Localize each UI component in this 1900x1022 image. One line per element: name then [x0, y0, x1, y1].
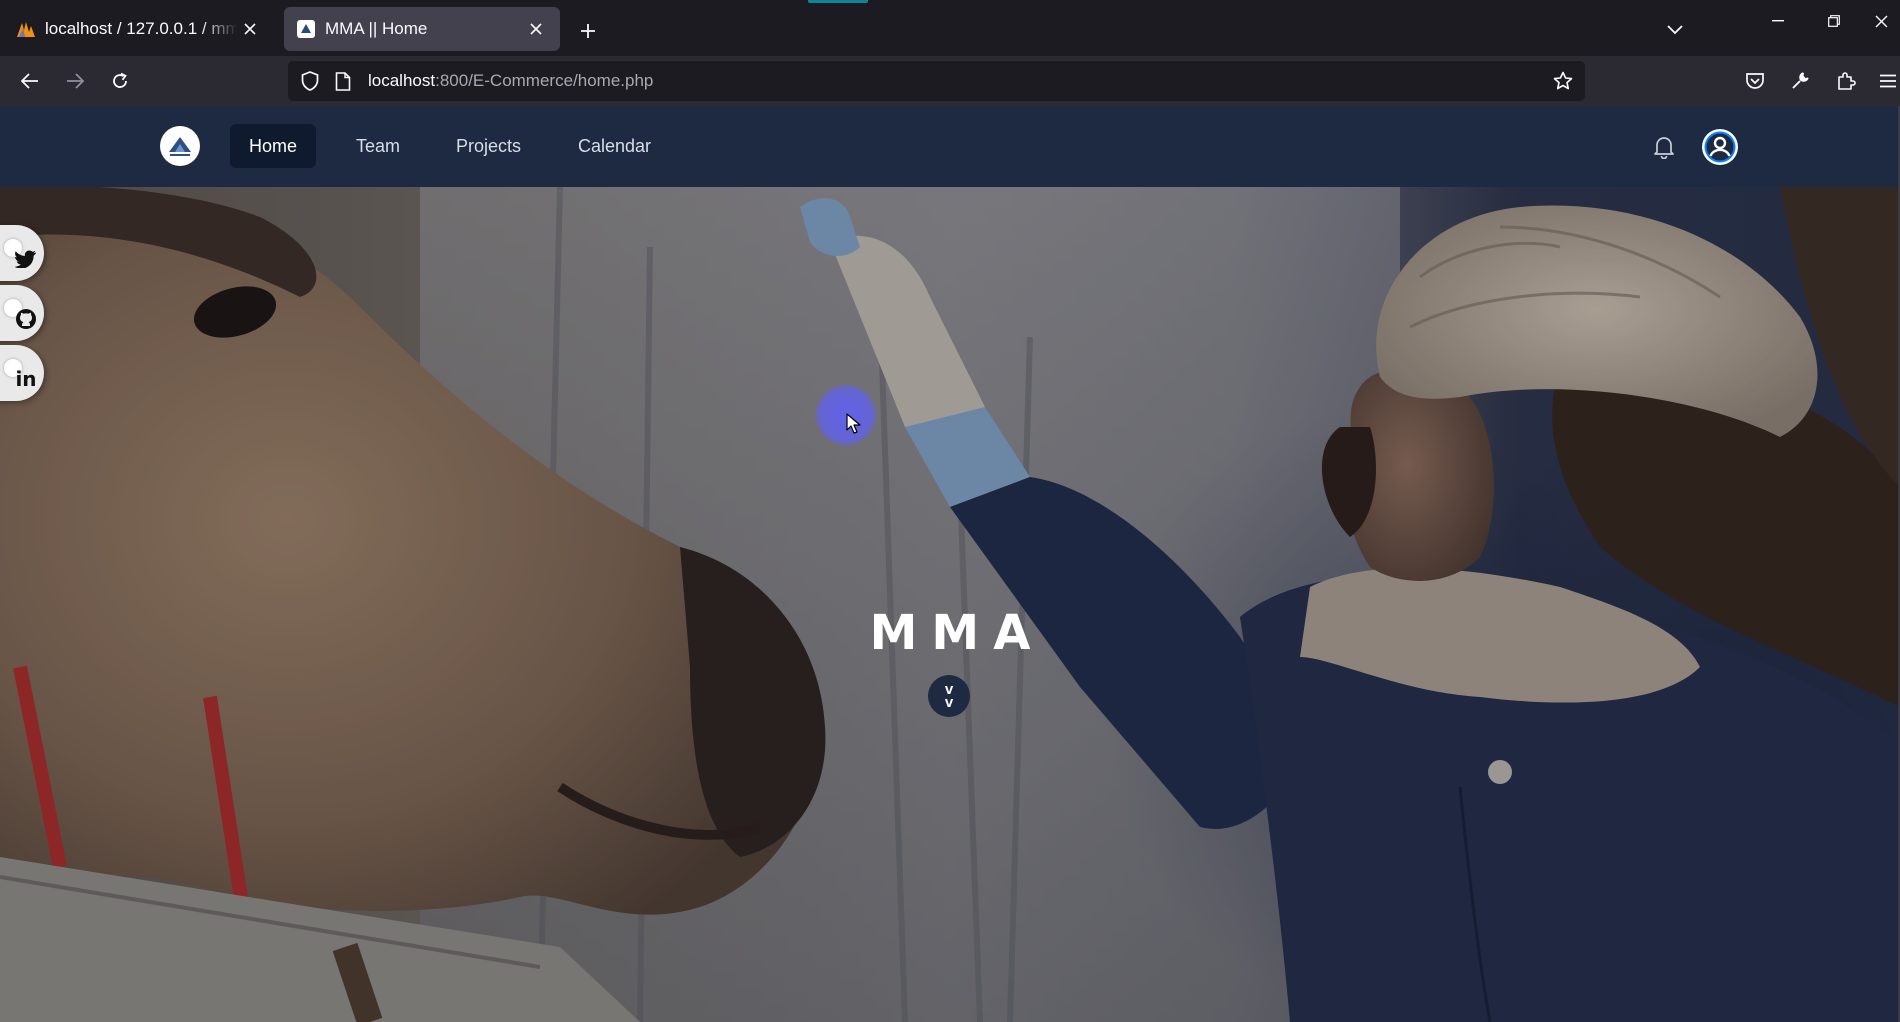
tab-mma-home[interactable]: MMA || Home	[284, 7, 560, 51]
close-icon[interactable]	[524, 17, 548, 41]
site-logo-icon	[296, 19, 316, 39]
nav-projects[interactable]: Projects	[437, 124, 540, 168]
page-info-icon[interactable]	[332, 70, 354, 92]
bell-icon[interactable]	[1650, 133, 1678, 161]
tab-strip-indicator	[808, 0, 868, 3]
tab-title: MMA || Home	[325, 19, 428, 38]
back-button[interactable]	[13, 64, 47, 98]
browser-toolbar: localhost:800/E-Commerce/home.php	[0, 56, 1900, 106]
chevron-down-icon: v	[944, 694, 954, 711]
reload-icon	[113, 72, 127, 88]
chevron-down-icon	[1667, 25, 1683, 35]
url-path: :800/E-Commerce/home.php	[435, 71, 654, 90]
site-navbar: Home Team Projects Calendar	[0, 106, 1900, 187]
user-avatar-icon[interactable]	[1700, 127, 1740, 167]
plus-icon	[581, 24, 595, 38]
close-icon[interactable]	[238, 17, 262, 41]
reload-button[interactable]	[103, 64, 137, 98]
nav-calendar[interactable]: Calendar	[559, 124, 670, 168]
site-logo[interactable]	[160, 126, 200, 166]
hero-section: MMA v v in	[0, 187, 1900, 1022]
tracking-protection-icon[interactable]	[298, 69, 322, 93]
address-bar[interactable]: localhost:800/E-Commerce/home.php	[288, 61, 1585, 101]
extensions-icon[interactable]	[1834, 69, 1858, 93]
wrench-icon[interactable]	[1788, 69, 1812, 93]
app-menu-icon[interactable]	[1876, 69, 1900, 93]
scroll-down-button[interactable]: v v	[928, 675, 970, 717]
phpmyadmin-icon	[16, 19, 36, 39]
tab-title: localhost / 127.0.0.1 / mma / us	[45, 19, 238, 38]
twitter-icon	[14, 247, 38, 271]
forward-button[interactable]	[58, 64, 92, 98]
nav-home[interactable]: Home	[230, 124, 317, 168]
github-icon	[14, 307, 38, 331]
pocket-icon[interactable]	[1743, 69, 1767, 93]
minimize-button[interactable]	[1750, 0, 1806, 42]
mountain-logo-icon	[169, 137, 191, 156]
nav-team[interactable]: Team	[337, 124, 419, 168]
mouse-cursor-icon	[846, 413, 861, 434]
close-window-button[interactable]	[1862, 0, 1900, 42]
arrow-right-icon	[67, 73, 84, 89]
linkedin-icon: in	[15, 367, 37, 391]
page-viewport: Home Team Projects Calendar MMA v v in	[0, 106, 1900, 1022]
restore-icon	[1828, 15, 1840, 27]
new-tab-button[interactable]	[574, 17, 602, 45]
tab-phpmyadmin[interactable]: localhost / 127.0.0.1 / mma / us	[4, 7, 274, 51]
arrow-left-icon	[21, 73, 38, 89]
minimize-icon	[1772, 20, 1784, 22]
hero-title: MMA	[869, 605, 1045, 661]
url-text[interactable]: localhost:800/E-Commerce/home.php	[368, 71, 653, 91]
browser-tab-strip: localhost / 127.0.0.1 / mma / us MMA || …	[0, 0, 1900, 56]
url-host: localhost	[368, 71, 436, 90]
close-icon	[1875, 15, 1887, 27]
bookmark-star-icon[interactable]	[1551, 69, 1575, 93]
list-all-tabs-button[interactable]	[1660, 15, 1690, 45]
restore-button[interactable]	[1806, 0, 1862, 42]
